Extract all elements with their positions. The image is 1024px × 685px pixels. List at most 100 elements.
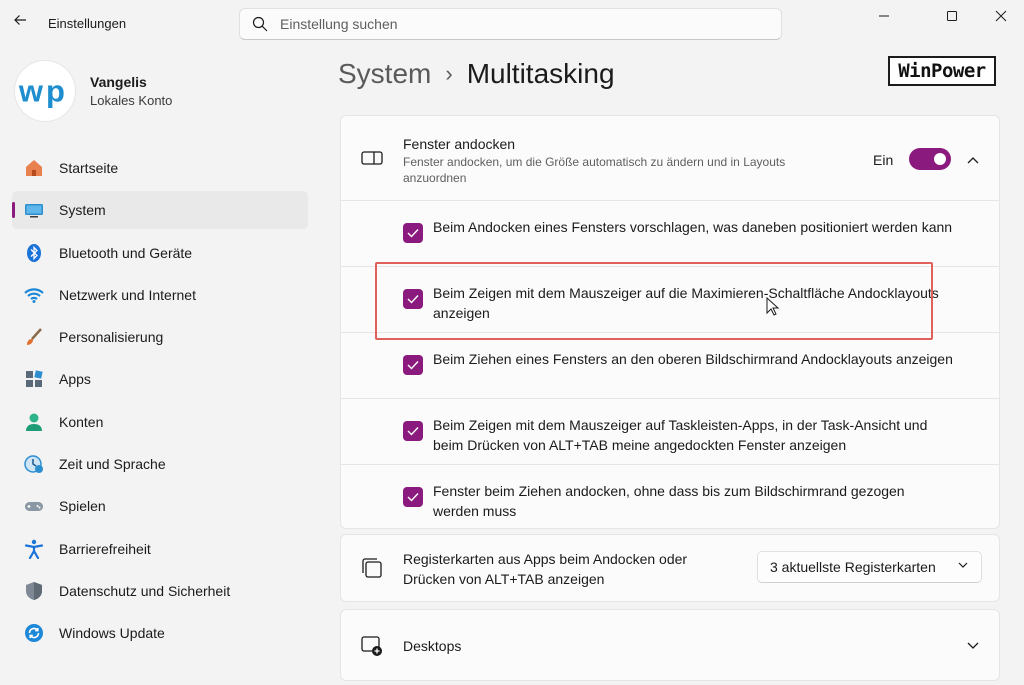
title-bar: Einstellungen (0, 0, 1024, 48)
sidebar-item-apps[interactable]: Apps (12, 360, 308, 398)
checkbox[interactable] (403, 223, 423, 243)
sidebar-item-label: Netzwerk und Internet (59, 286, 196, 303)
checkbox[interactable] (403, 487, 423, 507)
snap-windows-card: Fenster andocken Fenster andocken, um di… (340, 115, 1000, 529)
tabs-setting-card: Registerkarten aus Apps beim Andocken od… (340, 534, 1000, 602)
desktops-label: Desktops (403, 638, 462, 654)
bluetooth-icon (24, 243, 44, 263)
sidebar-item-system[interactable]: System (12, 191, 308, 230)
sidebar-item-zeit-und-sprache[interactable]: Zeit und Sprache (12, 445, 308, 483)
desktops-card[interactable]: Desktops (340, 609, 1000, 681)
checkbox[interactable] (403, 355, 423, 375)
checkbox[interactable] (403, 421, 423, 441)
sidebar-item-startseite[interactable]: Startseite (12, 149, 308, 187)
checkbox[interactable] (403, 289, 423, 309)
winpower-watermark: WinPower (888, 56, 996, 86)
sidebar-item-label: Bluetooth und Geräte (59, 244, 193, 261)
search-icon (252, 16, 268, 32)
option-label: Beim Zeigen mit dem Mauszeiger auf Taskl… (433, 417, 928, 453)
dropdown-value: 3 aktuellste Registerkarten (770, 559, 936, 575)
maximize-icon (947, 11, 957, 21)
snap-option-taskbar-groups[interactable]: Beim Zeigen mit dem Mauszeiger auf Taskl… (341, 398, 999, 464)
profile-account-type: Lokales Konto (90, 93, 173, 108)
app-title: Einstellungen (48, 16, 127, 31)
sidebar-item-label: Windows Update (59, 625, 165, 642)
sidebar-item-label: Datenschutz und Sicherheit (59, 582, 231, 599)
minimize-button[interactable] (861, 6, 907, 26)
checkmark-icon (407, 361, 419, 370)
shield-icon (24, 581, 44, 601)
option-label: Beim Andocken eines Fensters vorschlagen… (433, 219, 953, 235)
snap-windows-toggle[interactable] (909, 148, 951, 170)
sidebar-item-bluetooth[interactable]: Bluetooth und Geräte (12, 234, 308, 272)
sidebar-item-spielen[interactable]: Spielen (12, 487, 308, 525)
user-profile[interactable]: w p Vangelis Lokales Konto (14, 60, 172, 122)
snap-windows-description: Fenster andocken, um die Größe automatis… (403, 155, 786, 185)
sidebar-item-label: Personalisierung (59, 329, 164, 346)
wifi-icon (24, 285, 44, 305)
back-button[interactable] (8, 8, 32, 32)
chevron-down-icon[interactable] (967, 642, 979, 650)
option-label: Beim Ziehen eines Fensters an den oberen… (433, 351, 953, 367)
update-icon (24, 623, 44, 643)
sidebar-item-label: Spielen (59, 498, 106, 515)
sidebar-item-label: System (59, 202, 106, 219)
desktop-add-icon (361, 636, 382, 656)
sidebar-item-label: Zeit und Sprache (59, 456, 166, 473)
close-button[interactable] (978, 6, 1024, 26)
sidebar-item-netzwerk[interactable]: Netzwerk und Internet (12, 276, 308, 314)
clock-globe-icon (24, 454, 44, 474)
tabs-stack-icon (362, 558, 382, 578)
snap-option-suggest[interactable]: Beim Andocken eines Fensters vorschlagen… (341, 200, 999, 266)
snap-windows-title: Fenster andocken (403, 136, 516, 152)
sidebar-nav: Startseite System Bluetooth und Geräte N… (12, 149, 308, 657)
toggle-state-label: Ein (873, 152, 894, 168)
checkmark-icon (407, 427, 419, 436)
chevron-up-icon (967, 157, 979, 164)
snap-windows-header[interactable]: Fenster andocken Fenster andocken, um di… (341, 116, 999, 200)
search-box[interactable] (239, 8, 782, 40)
close-icon (995, 10, 1007, 22)
breadcrumb: System › Multitasking (338, 58, 615, 90)
sidebar-item-label: Konten (59, 413, 104, 430)
back-arrow-icon (14, 15, 26, 25)
snap-option-drag-top[interactable]: Beim Ziehen eines Fensters an den oberen… (341, 332, 999, 398)
sidebar-item-label: Apps (59, 371, 91, 388)
sidebar-item-personalisierung[interactable]: Personalisierung (12, 318, 308, 356)
mouse-cursor-icon (766, 297, 780, 316)
search-input[interactable] (280, 16, 760, 32)
selection-indicator (12, 202, 15, 219)
page-title: Multitasking (466, 58, 615, 89)
sidebar-item-datenschutz[interactable]: Datenschutz und Sicherheit (12, 572, 308, 610)
sidebar-item-label: Barrierefreiheit (59, 540, 151, 557)
option-label: Fenster beim Ziehen andocken, ohne dass … (433, 483, 905, 519)
option-label: Beim Zeigen mit dem Mauszeiger auf die M… (433, 285, 939, 321)
profile-name: Vangelis (90, 74, 147, 90)
tabs-count-dropdown[interactable]: 3 aktuellste Registerkarten (757, 551, 982, 583)
sidebar-item-barrierefreiheit[interactable]: Barrierefreiheit (12, 530, 308, 568)
collapse-button[interactable] (963, 150, 983, 170)
breadcrumb-parent[interactable]: System (338, 58, 431, 90)
brush-icon (24, 327, 44, 347)
sidebar-item-konten[interactable]: Konten (12, 403, 308, 441)
snap-option-maximize-hover[interactable]: Beim Zeigen mit dem Mauszeiger auf die M… (341, 266, 999, 332)
svg-text:p: p (46, 74, 65, 109)
snap-option-drag-no-edge[interactable]: Fenster beim Ziehen andocken, ohne dass … (341, 464, 999, 528)
checkmark-icon (407, 493, 419, 502)
checkmark-icon (407, 229, 419, 238)
toggle-knob (934, 153, 946, 165)
avatar: w p (14, 60, 76, 122)
checkmark-icon (407, 295, 419, 304)
breadcrumb-separator: › (445, 61, 453, 86)
sidebar-item-windows-update[interactable]: Windows Update (12, 614, 308, 652)
apps-icon (24, 369, 44, 389)
accessibility-icon (24, 539, 44, 559)
maximize-button[interactable] (929, 6, 975, 26)
home-icon (24, 158, 44, 178)
minimize-icon (879, 15, 889, 17)
system-display-icon (24, 200, 44, 220)
svg-text:w: w (18, 74, 44, 109)
tabs-setting-label: Registerkarten aus Apps beim Andocken od… (403, 551, 688, 587)
chevron-down-icon (958, 562, 968, 568)
snap-layout-icon (361, 151, 383, 165)
